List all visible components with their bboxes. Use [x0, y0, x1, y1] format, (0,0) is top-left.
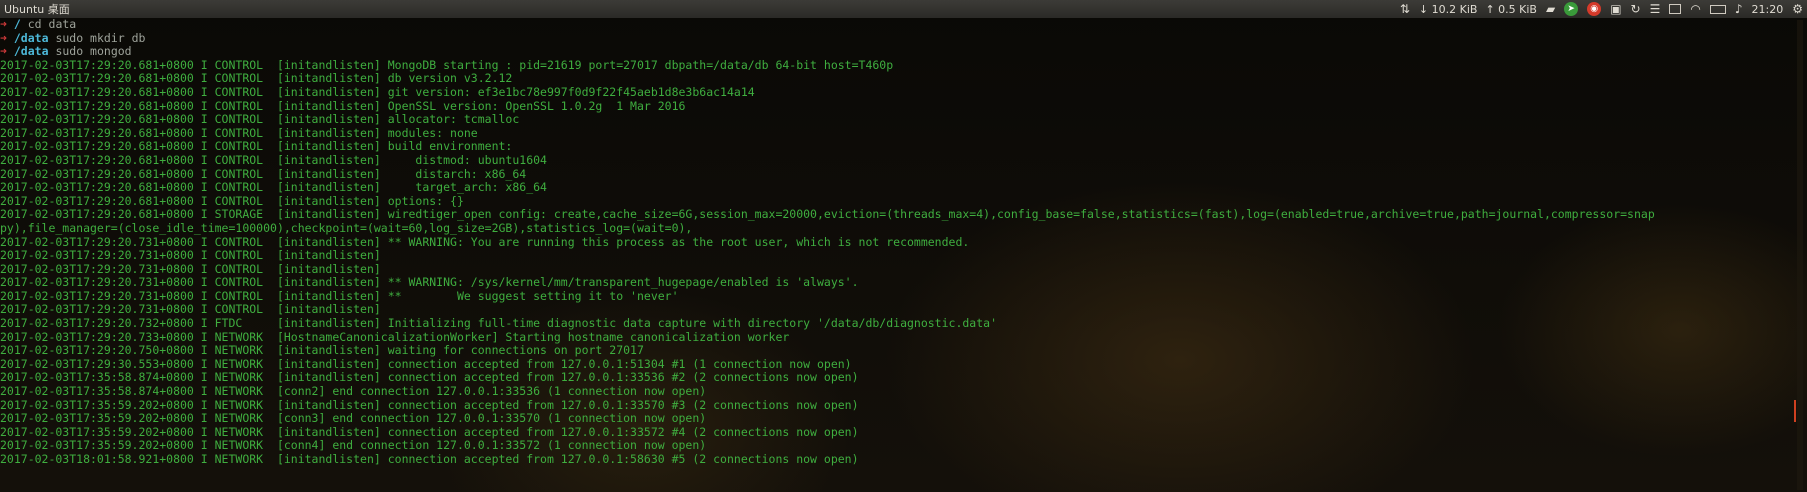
log-line: 2017-02-03T17:29:20.731+0800 I CONTROL [… [0, 261, 381, 276]
log-line: 2017-02-03T17:29:20.681+0800 I CONTROL [… [0, 112, 520, 127]
log-line: py),file_manager=(close_idle_time=100000… [0, 220, 693, 235]
log-line: 2017-02-03T17:29:20.681+0800 I CONTROL [… [0, 57, 894, 72]
log-line: 2017-02-03T17:29:20.731+0800 I CONTROL [… [0, 275, 859, 290]
log-line: 2017-02-03T17:29:20.731+0800 I CONTROL [… [0, 248, 381, 263]
log-line: 2017-02-03T17:35:59.202+0800 I NETWORK [… [0, 424, 859, 439]
log-line: 2017-02-03T17:35:59.202+0800 I NETWORK [… [0, 438, 707, 453]
net-down-speed: ↓ 10.2 KiB [1418, 2, 1478, 16]
prompt-command: sudo mkdir db [55, 30, 146, 45]
log-line: 2017-02-03T17:29:20.681+0800 I STORAGE [… [0, 207, 1655, 222]
prompt-arrow-icon: ➜ [0, 30, 7, 45]
log-line: 2017-02-03T18:01:58.921+0800 I NETWORK [… [0, 452, 859, 466]
log-line: 2017-02-03T17:35:58.874+0800 I NETWORK [… [0, 370, 859, 385]
top-panel: Ubuntu 桌面 ⇅ ↓ 10.2 KiB ↑ 0.5 KiB ▰ ➤ ◉ ▣… [0, 0, 1807, 18]
volume-icon[interactable]: ♪ [1735, 0, 1743, 18]
log-line: 2017-02-03T17:35:59.202+0800 I NETWORK [… [0, 411, 707, 426]
log-line: 2017-02-03T17:35:58.874+0800 I NETWORK [… [0, 384, 707, 399]
network-transfer-icon[interactable]: ⇅ [1400, 0, 1410, 18]
log-line: 2017-02-03T17:29:20.681+0800 I CONTROL [… [0, 152, 547, 167]
prompt-command: sudo mongod [55, 44, 132, 59]
wifi-icon[interactable]: ◠ [1690, 0, 1700, 18]
log-line: 2017-02-03T17:29:20.731+0800 I CONTROL [… [0, 234, 970, 249]
prompt-line: ➜ /data sudo mongod [0, 44, 1807, 59]
prompt-command: cd data [27, 17, 77, 31]
telegram-icon[interactable]: ➤ [1564, 2, 1579, 16]
sync-icon[interactable]: ↻ [1631, 0, 1641, 18]
prompt-arrow-icon: ➜ [0, 17, 7, 31]
battery-icon[interactable] [1709, 4, 1726, 14]
log-line: 2017-02-03T17:29:20.681+0800 I CONTROL [… [0, 193, 464, 208]
log-line: 2017-02-03T17:29:20.732+0800 I FTDC [ini… [0, 316, 997, 331]
network-speed[interactable]: ↓ 10.2 KiB ↑ 0.5 KiB [1419, 3, 1537, 16]
log-line: 2017-02-03T17:29:20.681+0800 I CONTROL [… [0, 139, 513, 154]
prompt-path: / [13, 17, 21, 31]
terminal-output[interactable]: ➜ / cd data ➜ /data sudo mkdir db ➜ /dat… [0, 17, 1807, 492]
clock[interactable]: 21:20 [1752, 3, 1784, 16]
terminal-scrollbar[interactable] [1797, 20, 1803, 490]
log-line: 2017-02-03T17:29:20.681+0800 I CONTROL [… [0, 125, 478, 140]
prompt-arrow-icon: ➜ [0, 44, 7, 59]
chat-icon[interactable]: ▰ [1546, 0, 1555, 18]
app-title[interactable]: Ubuntu 桌面 [4, 1, 70, 17]
desktop-screen: Ubuntu 桌面 ⇅ ↓ 10.2 KiB ↑ 0.5 KiB ▰ ➤ ◉ ▣… [0, 0, 1807, 492]
log-line: 2017-02-03T17:29:20.733+0800 I NETWORK [… [0, 329, 790, 344]
system-tray: ⇅ ↓ 10.2 KiB ↑ 0.5 KiB ▰ ➤ ◉ ▣ ↻ ☰ ◠ ♪ 2… [1400, 0, 1803, 18]
weibo-icon[interactable]: ◉ [1587, 2, 1602, 16]
log-line: 2017-02-03T17:29:20.731+0800 I CONTROL [… [0, 288, 679, 303]
log-line: 2017-02-03T17:29:20.750+0800 I NETWORK [… [0, 343, 644, 358]
log-line: 2017-02-03T17:35:59.202+0800 I NETWORK [… [0, 397, 859, 412]
keyboard-input-icon[interactable]: ☰ [1650, 0, 1661, 18]
log-line: 2017-02-03T17:29:20.681+0800 I CONTROL [… [0, 98, 686, 113]
log-line: 2017-02-03T17:29:20.681+0800 I CONTROL [… [0, 84, 755, 99]
log-line: 2017-02-03T17:29:30.553+0800 I NETWORK [… [0, 356, 852, 371]
log-line: 2017-02-03T17:29:20.681+0800 I CONTROL [… [0, 166, 527, 181]
log-line: 2017-02-03T17:29:20.731+0800 I CONTROL [… [0, 302, 381, 317]
window-icon[interactable] [1669, 4, 1682, 14]
net-up-speed: ↑ 0.5 KiB [1485, 2, 1537, 16]
prompt-path: /data [13, 44, 49, 59]
log-line: 2017-02-03T17:29:20.681+0800 I CONTROL [… [0, 180, 547, 195]
prompt-line: ➜ /data sudo mkdir db [0, 30, 1807, 46]
settings-gear-icon[interactable]: ⚙ [1792, 0, 1803, 18]
prompt-line: ➜ / cd data [0, 17, 1807, 32]
log-line: 2017-02-03T17:29:20.681+0800 I CONTROL [… [0, 71, 513, 86]
screenshot-icon[interactable]: ▣ [1610, 0, 1621, 18]
prompt-path: /data [13, 30, 49, 45]
scroll-position-indicator[interactable] [1794, 400, 1796, 422]
